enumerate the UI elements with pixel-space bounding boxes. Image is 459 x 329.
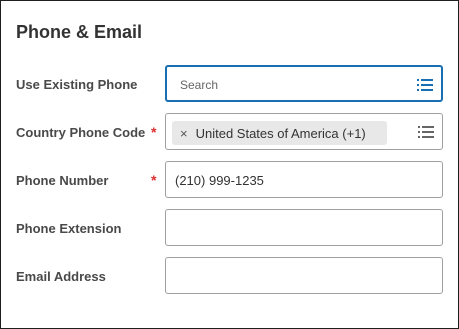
list-prompt-icon[interactable]	[417, 78, 433, 92]
country-phone-code-field[interactable]: × United States of America (+1)	[165, 113, 443, 150]
use-existing-phone-search[interactable]: Search	[165, 65, 443, 102]
phone-extension-label: Phone Extension	[16, 221, 122, 236]
required-marker: *	[151, 172, 157, 188]
phone-extension-input[interactable]	[165, 209, 443, 246]
remove-selection-icon[interactable]: ×	[180, 126, 188, 141]
use-existing-phone-label: Use Existing Phone	[16, 77, 138, 92]
phone-number-input[interactable]: (210) 999-1235	[165, 161, 443, 198]
search-placeholder: Search	[180, 78, 219, 92]
country-phone-code-label: Country Phone Code	[16, 125, 146, 140]
phone-email-panel: Phone & Email Use Existing Phone Search …	[0, 0, 459, 329]
list-prompt-icon[interactable]	[418, 125, 434, 139]
phone-number-label: Phone Number	[16, 173, 109, 188]
section-title: Phone & Email	[16, 22, 143, 42]
selected-country-pill: × United States of America (+1)	[172, 121, 387, 145]
required-marker: *	[151, 124, 157, 140]
selected-country-text: United States of America (+1)	[195, 125, 366, 141]
email-address-input[interactable]	[165, 257, 443, 294]
email-address-label: Email Address	[16, 269, 106, 284]
phone-number-value: (210) 999-1235	[175, 173, 264, 188]
